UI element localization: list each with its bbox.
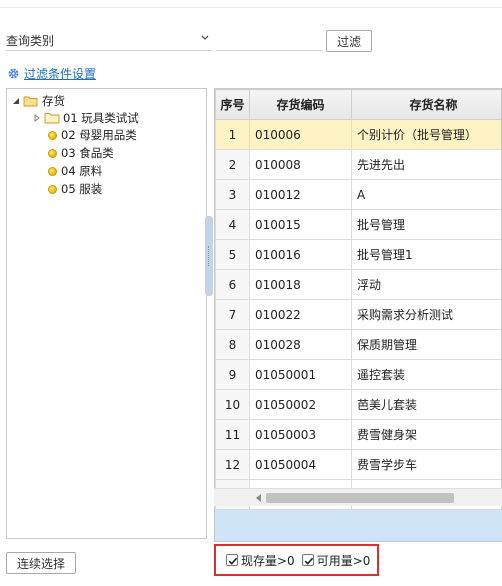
folder-open-icon [23, 96, 38, 107]
row-name: 先进先出 [351, 149, 501, 180]
leaf-dot-icon [48, 166, 57, 176]
row-index: 7 [215, 299, 250, 330]
category-tree: 存货 01 玩具类试试 02 母婴用品类 03 食品类 04 原料 05 服装 [6, 88, 207, 539]
scrollbar-thumb[interactable] [266, 493, 454, 503]
row-index: 9 [215, 359, 250, 390]
grid-footer [215, 510, 502, 541]
row-index: 11 [215, 419, 250, 450]
query-category-select[interactable]: 查询类别 [6, 29, 212, 51]
splitter-grip-icon [208, 246, 210, 266]
checkmark-icon [228, 557, 238, 565]
row-name: A [351, 179, 501, 210]
tree-node-leaf[interactable]: 04 原料 [48, 163, 102, 179]
row-index: 4 [215, 209, 250, 240]
expanded-triangle-icon [13, 98, 19, 104]
row-name: 遥控套装 [351, 359, 501, 390]
leaf-dot-icon [48, 148, 57, 158]
column-header-code[interactable]: 存货编码 [249, 89, 352, 120]
continuous-select-button[interactable]: 连续选择 [6, 552, 76, 574]
row-name: 费雪学步车 [351, 449, 501, 480]
tree-node-leaf[interactable]: 02 母婴用品类 [48, 127, 137, 143]
table-row[interactable]: 9 01050001 遥控套装 [215, 359, 501, 390]
checkmark-icon [304, 557, 313, 565]
row-name: 芭美儿套装 [351, 389, 501, 420]
row-code: 010016 [249, 239, 352, 270]
grid-header-row: 序号 存货编码 存货名称 [215, 89, 501, 120]
row-index: 10 [215, 389, 250, 420]
row-name: 采购需求分析测试 [351, 299, 501, 330]
row-code: 010022 [249, 299, 352, 330]
inventory-grid: 序号 存货编码 存货名称 1 010006 个别计价（批号管理） 2 010008 先进… [214, 88, 502, 542]
filter-conditions-link[interactable]: 过滤条件设置 [7, 64, 96, 82]
row-index: 12 [215, 449, 250, 480]
table-row[interactable]: 1 010006 个别计价（批号管理） [215, 119, 501, 150]
scroll-left-icon[interactable] [256, 494, 261, 502]
tree-node-label: 04 原料 [61, 164, 103, 178]
tree-node-label: 03 食品类 [61, 146, 114, 160]
row-code: 010006 [249, 119, 352, 150]
column-header-index[interactable]: 序号 [215, 89, 250, 120]
chevron-down-icon [201, 35, 209, 40]
row-index: 3 [215, 179, 250, 210]
table-row[interactable]: 6 010018 浮动 [215, 269, 501, 300]
table-row[interactable]: 7 010022 采购需求分析测试 [215, 299, 501, 330]
row-code: 010018 [249, 269, 352, 300]
row-name: 费雪健身架 [351, 419, 501, 450]
table-row[interactable]: 8 010028 保质期管理 [215, 329, 501, 360]
row-code: 010012 [249, 179, 352, 210]
row-code: 01050003 [249, 419, 352, 450]
top-header-edge [0, 0, 502, 8]
checkbox-available-label: 可用量>0 [316, 553, 371, 568]
query-category-value: 查询类别 [6, 34, 55, 48]
row-name: 保质期管理 [351, 329, 501, 360]
table-row[interactable]: 12 01050004 费雪学步车 [215, 449, 501, 480]
column-header-name[interactable]: 存货名称 [351, 89, 501, 120]
row-name: 浮动 [351, 269, 501, 300]
row-name: 个别计价（批号管理） [351, 119, 501, 150]
tree-node-folder[interactable]: 01 玩具类试试 [33, 110, 139, 126]
tree-node-root[interactable]: 存货 [12, 93, 65, 109]
table-row[interactable]: 4 010015 批号管理 [215, 209, 501, 240]
row-code: 01050004 [249, 449, 352, 480]
gear-icon [8, 68, 19, 78]
collapsed-triangle-icon [34, 114, 40, 122]
table-row[interactable]: 11 01050003 费雪健身架 [215, 419, 501, 450]
tree-node-label: 存货 [42, 94, 65, 108]
row-code: 010028 [249, 329, 352, 360]
row-index: 6 [215, 269, 250, 300]
checkbox-on-hand-label: 现存量>0 [241, 553, 295, 568]
tree-node-leaf[interactable]: 05 服装 [48, 181, 102, 197]
checkbox-on-hand[interactable] [226, 554, 238, 566]
leaf-dot-icon [48, 130, 57, 140]
filter-text-input[interactable] [216, 29, 322, 51]
row-code: 010015 [249, 209, 352, 240]
row-code: 01050001 [249, 359, 352, 390]
horizontal-scrollbar[interactable] [214, 488, 502, 506]
row-index: 5 [215, 239, 250, 270]
row-name: 批号管理 [351, 209, 501, 240]
table-row[interactable]: 2 010008 先进先出 [215, 149, 501, 180]
folder-icon [44, 113, 60, 124]
filter-conditions-label: 过滤条件设置 [24, 66, 97, 81]
stock-filter-checkboxes: 现存量>0 可用量>0 [214, 544, 379, 576]
tree-node-label: 02 母婴用品类 [61, 128, 137, 142]
table-row[interactable]: 10 01050002 芭美儿套装 [215, 389, 501, 420]
row-index: 2 [215, 149, 250, 180]
filter-button[interactable]: 过滤 [326, 30, 372, 52]
tree-node-label: 01 玩具类试试 [63, 111, 139, 125]
panel-splitter[interactable] [205, 216, 213, 296]
table-row[interactable]: 3 010012 A [215, 179, 501, 210]
row-index: 8 [215, 329, 250, 360]
tree-node-label: 05 服装 [61, 182, 103, 196]
row-index: 1 [215, 119, 250, 150]
checkbox-available[interactable] [301, 554, 314, 566]
row-code: 010008 [249, 149, 352, 180]
row-name: 批号管理1 [351, 239, 501, 270]
row-code: 01050002 [249, 389, 352, 420]
leaf-dot-icon [48, 184, 57, 194]
table-row[interactable]: 5 010016 批号管理1 [215, 239, 501, 270]
tree-node-leaf[interactable]: 03 食品类 [48, 145, 114, 161]
